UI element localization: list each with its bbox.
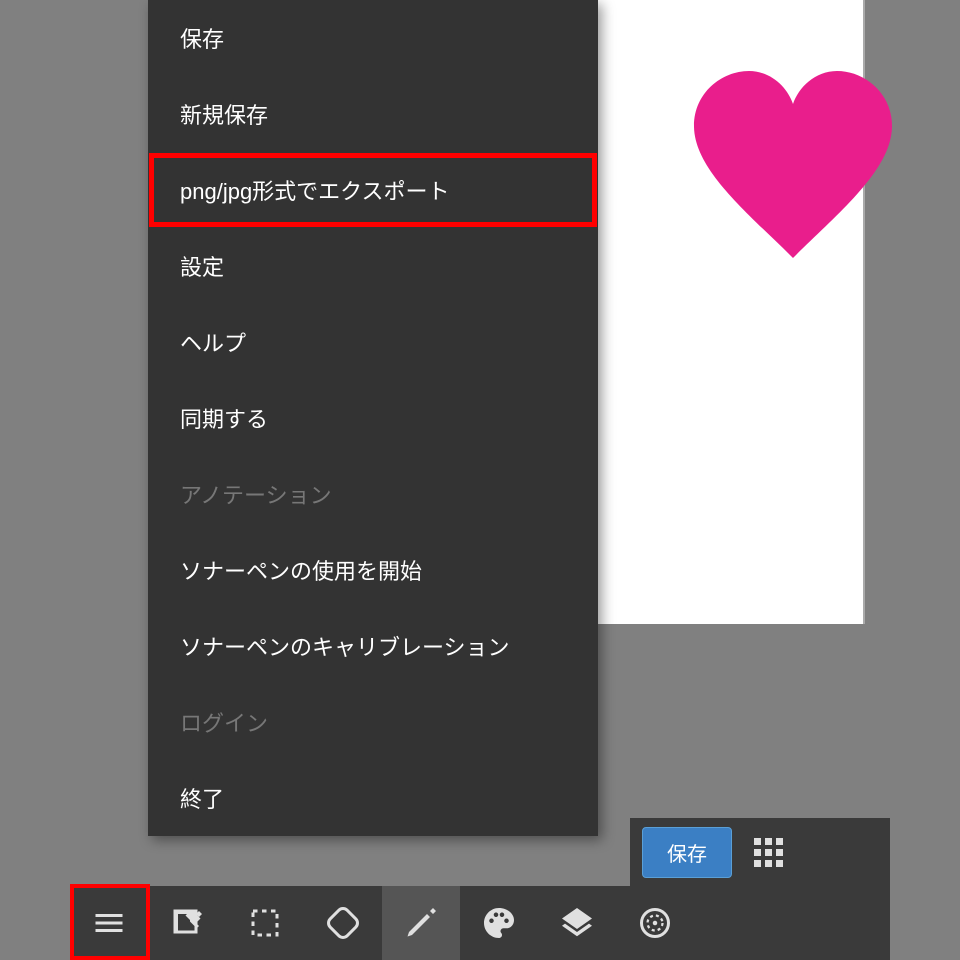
save-bar: 保存 — [630, 818, 890, 886]
menu-exit[interactable]: 終了 — [148, 760, 598, 836]
menu-save-as[interactable]: 新規保存 — [148, 76, 598, 152]
grid-menu-icon[interactable] — [744, 828, 792, 876]
menu-annotation: アノテーション — [148, 456, 598, 532]
save-button[interactable]: 保存 — [642, 827, 732, 878]
menu-sync[interactable]: 同期する — [148, 380, 598, 456]
menu-settings[interactable]: 設定 — [148, 228, 598, 304]
context-menu: 保存 新規保存 png/jpg形式でエクスポート 設定 ヘルプ 同期する アノテ… — [148, 0, 598, 836]
target-icon[interactable] — [616, 886, 694, 960]
layers-icon[interactable] — [538, 886, 616, 960]
bottom-toolbar — [70, 886, 890, 960]
heart-shape — [683, 60, 903, 280]
menu-sonarpen-calibrate[interactable]: ソナーペンのキャリブレーション — [148, 608, 598, 684]
menu-sonarpen-start[interactable]: ソナーペンの使用を開始 — [148, 532, 598, 608]
selection-icon[interactable] — [226, 886, 304, 960]
menu-save[interactable]: 保存 — [148, 0, 598, 76]
menu-help[interactable]: ヘルプ — [148, 304, 598, 380]
menu-export[interactable]: png/jpg形式でエクスポート — [148, 152, 598, 228]
rotate-icon[interactable] — [304, 886, 382, 960]
menu-login: ログイン — [148, 684, 598, 760]
pencil-icon[interactable] — [382, 886, 460, 960]
palette-icon[interactable] — [460, 886, 538, 960]
edit-frame-icon[interactable] — [148, 886, 226, 960]
menu-icon[interactable] — [70, 886, 148, 960]
